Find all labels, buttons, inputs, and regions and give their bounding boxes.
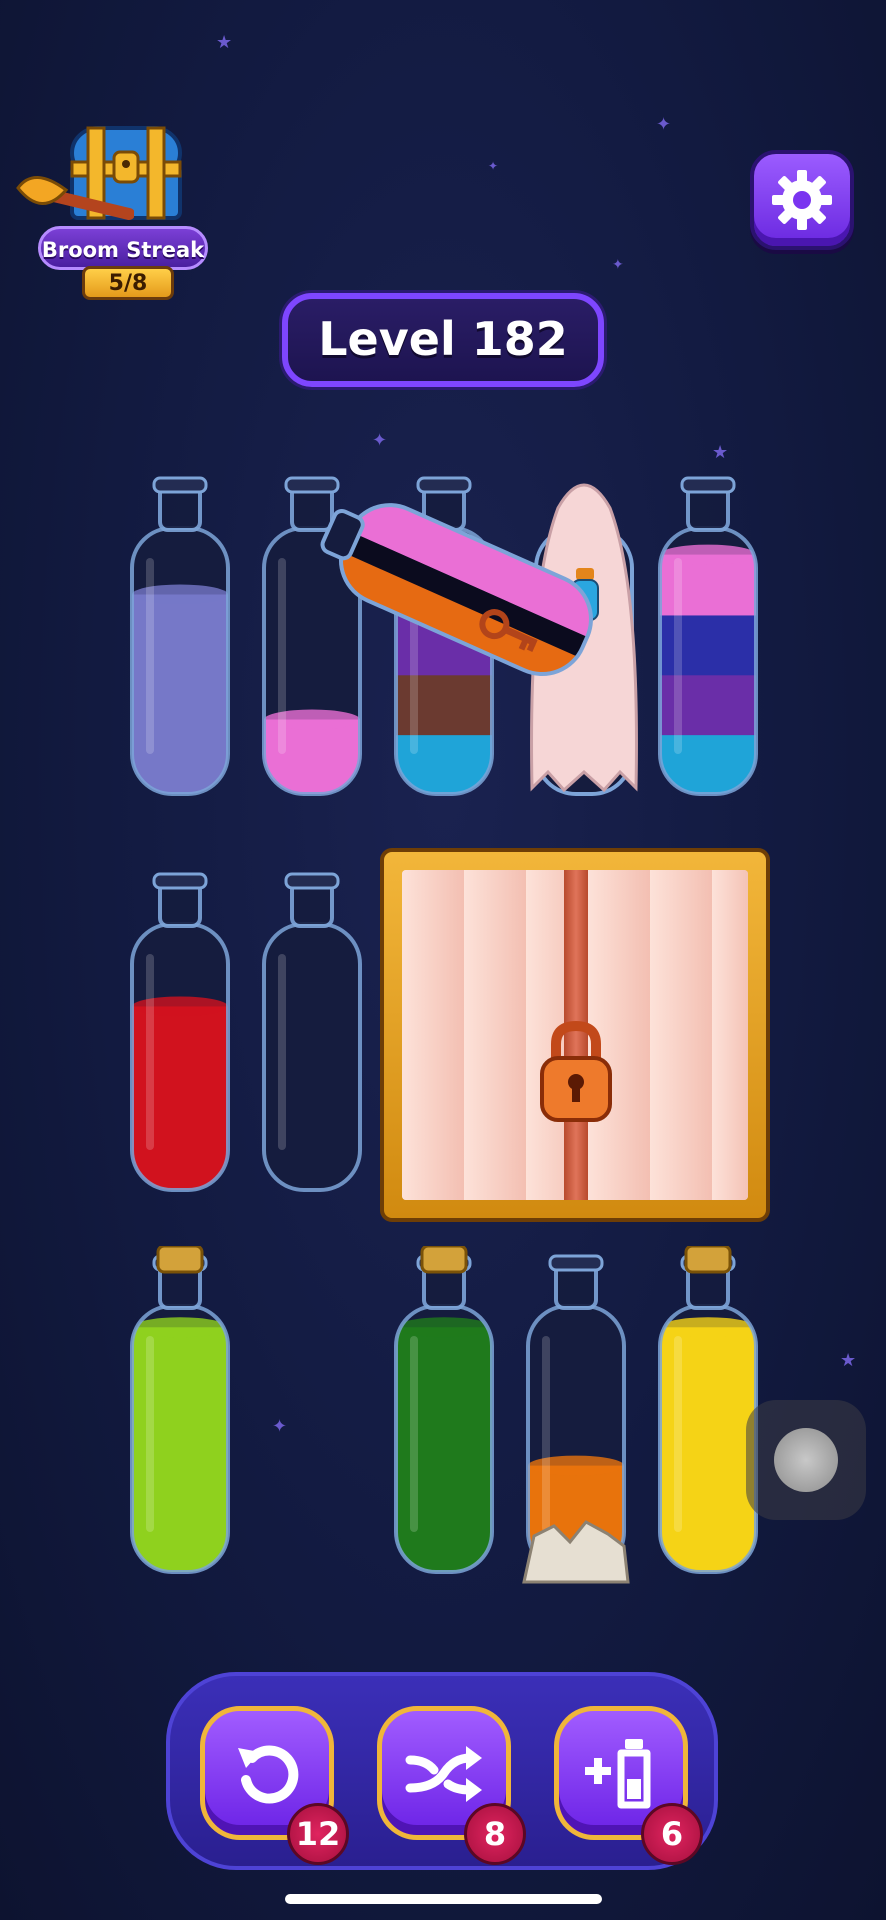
broom-streak-title: Broom Streak [38, 226, 208, 270]
tube-r3-4[interactable] [520, 1246, 632, 1586]
star-decoration: ✦ [612, 257, 624, 273]
booster-toolbar: 12 8 6 [166, 1672, 718, 1870]
settings-button[interactable] [750, 150, 854, 250]
gear-icon [772, 170, 832, 230]
star-decoration: ★ [712, 442, 729, 463]
shuffle-icon [405, 1746, 482, 1802]
shuffle-button[interactable]: 8 [377, 1706, 526, 1865]
home-indicator[interactable] [285, 1894, 602, 1904]
star-decoration: ★ [840, 1350, 857, 1371]
add-tube-button[interactable]: 6 [554, 1706, 703, 1865]
tube-r3-5[interactable] [652, 1246, 764, 1586]
tube-r3-1[interactable] [124, 1246, 236, 1586]
star-decoration: ✦ [372, 430, 388, 451]
level-indicator: Level 182 [282, 293, 604, 387]
undo-icon [238, 1745, 299, 1804]
assistive-touch-button[interactable] [746, 1400, 866, 1520]
undo-count-badge: 12 [287, 1803, 349, 1865]
tube-r2-1[interactable] [124, 864, 236, 1204]
add-bottle-icon [585, 1739, 651, 1809]
undo-button[interactable]: 12 [200, 1706, 349, 1865]
star-decoration: ✦ [272, 1416, 288, 1437]
broom-streak-widget[interactable]: Broom Streak 5/8 [14, 118, 208, 300]
broom-streak-count: 5/8 [82, 266, 174, 300]
tube-r1-1[interactable] [124, 468, 236, 808]
pouring-tube[interactable] [318, 470, 618, 700]
star-decoration: ✦ [656, 114, 672, 135]
tube-r3-3[interactable] [388, 1246, 500, 1586]
tube-r1-5[interactable] [652, 468, 764, 808]
add-tube-count-badge: 6 [641, 1803, 703, 1865]
star-decoration: ★ [216, 32, 233, 53]
star-decoration: ✦ [488, 159, 499, 173]
padlock-icon [540, 1020, 612, 1122]
tube-r2-2[interactable] [256, 864, 368, 1204]
locked-cabinet [380, 848, 770, 1222]
shuffle-count-badge: 8 [464, 1803, 526, 1865]
